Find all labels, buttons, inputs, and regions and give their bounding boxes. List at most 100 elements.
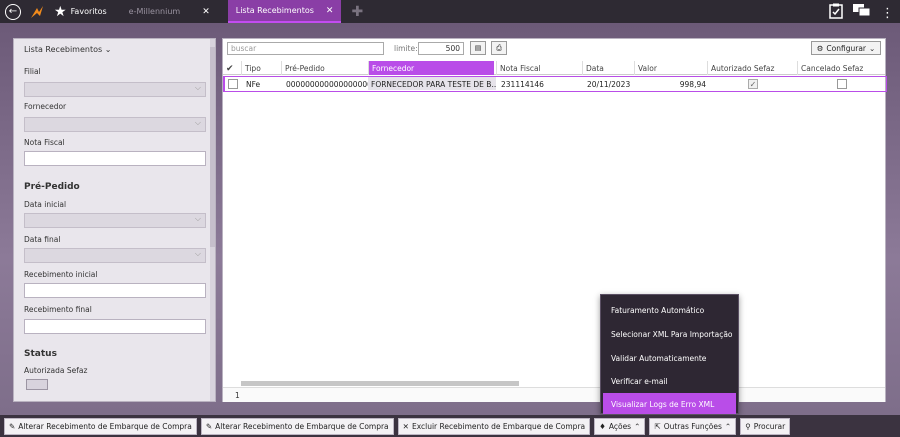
export-pdf-button[interactable]: ▤	[470, 41, 486, 55]
chevron-down-icon: ⌄	[869, 43, 876, 53]
outras-funcoes-button[interactable]: ⇱ Outras Funções ⌃	[649, 417, 737, 435]
tab-label: e-Millennium	[128, 7, 181, 16]
filter-scrollbar[interactable]	[210, 39, 215, 401]
recebimento-final-input[interactable]	[24, 319, 206, 334]
filter-panel: Lista Recebimentos ⌄ Filial Fornecedor N…	[13, 38, 216, 402]
outras-funcoes-menu: Faturamento Automático Selecionar XML Pa…	[600, 294, 739, 414]
configurar-label: Configurar	[826, 43, 867, 53]
check-all-icon[interactable]: ✔	[223, 61, 241, 75]
menu-item-validar-automaticamente[interactable]: Validar Automaticamente	[603, 347, 736, 368]
lightbulb-icon: ♦	[599, 421, 606, 431]
cell-valor: 998,94	[679, 80, 706, 89]
table-row[interactable]: NFe 000000000000000000 FORNECEDOR PARA T…	[223, 76, 887, 92]
button-label: Excluir Recebimento de Embarque de Compr…	[411, 421, 586, 431]
chevron-down-icon: ⌄	[104, 45, 112, 54]
star-icon[interactable]: ★	[54, 5, 67, 19]
recebimento-final-label: Recebimento final	[24, 305, 92, 314]
close-icon: ✕	[402, 421, 409, 431]
edit-icon: ✎	[9, 421, 16, 431]
menu-item-verificar-email[interactable]: Verificar e-mail	[603, 370, 736, 391]
bottom-action-bar: ✎ Alterar Recebimento de Embarque de Com…	[0, 415, 900, 437]
configurar-button[interactable]: ⚙ Configurar ⌄	[811, 41, 881, 55]
tab-lista-recebimentos[interactable]: Lista Recebimentos ✕	[227, 0, 342, 23]
print-icon: ⎙	[496, 43, 502, 52]
horizontal-scrollbar[interactable]	[241, 381, 519, 386]
app-logo-icon[interactable]	[29, 4, 45, 20]
search-input[interactable]: buscar	[227, 42, 384, 55]
button-label: Procurar	[753, 421, 786, 431]
more-vertical-icon[interactable]: ⋮	[881, 6, 894, 22]
chevron-up-icon: ⌃	[724, 421, 732, 431]
close-icon[interactable]: ✕	[202, 7, 210, 17]
procurar-button[interactable]: ⚲ Procurar	[740, 417, 791, 435]
cell-tipo: NFe	[246, 80, 261, 89]
cell-pre-pedido: 000000000000000000	[286, 80, 369, 89]
column-header[interactable]: Data	[582, 61, 634, 75]
search-icon: ⚲	[745, 421, 751, 431]
document-icon: ▤	[474, 44, 482, 52]
autorizada-sefaz-toggle[interactable]	[26, 379, 48, 390]
button-label: Outras Funções	[663, 421, 722, 431]
print-button[interactable]: ⎙	[491, 41, 507, 55]
pre-pedido-heading: Pré-Pedido	[24, 182, 80, 192]
tab-label: Lista Recebimentos	[235, 6, 314, 15]
scrollbar-thumb[interactable]	[210, 47, 215, 247]
cell-nota-fiscal: 231114146	[501, 80, 544, 89]
nota-fiscal-label: Nota Fiscal	[24, 138, 65, 147]
grid-panel: buscar limite: 500 ▤ ⎙ ⚙ Configurar ⌄ ✔ …	[222, 38, 887, 402]
alterar-recebimento-button[interactable]: ✎ Alterar Recebimento de Embarque de Com…	[4, 417, 197, 435]
cell-fornecedor: FORNECEDOR PARA TESTE DE B...	[368, 77, 496, 90]
add-tab-icon[interactable]: ✚	[351, 4, 363, 20]
acoes-button[interactable]: ♦ Ações ⌃	[594, 417, 646, 435]
cancelado-sefaz-checkbox	[837, 79, 847, 89]
close-icon[interactable]: ✕	[326, 6, 334, 16]
edit-icon: ✎	[205, 421, 213, 431]
alterar-recebimento-button-2[interactable]: ✎ Alterar Recebimento de Embarque de Com…	[200, 417, 394, 435]
column-header[interactable]: Tipo	[241, 61, 281, 75]
tab-e-millennium[interactable]: e-Millennium ✕	[121, 0, 218, 23]
data-inicial-label: Data inicial	[24, 200, 67, 209]
column-header[interactable]: Cancelado Sefaz	[797, 61, 887, 75]
column-header[interactable]: Pré-Pedido	[281, 61, 368, 75]
excluir-recebimento-button[interactable]: ✕ Excluir Recebimento de Embarque de Com…	[397, 417, 591, 435]
menu-item-selecionar-xml[interactable]: Selecionar XML Para Importação	[603, 323, 736, 344]
grid-header: ✔ Tipo Pré-Pedido Fornecedor Nota Fiscal…	[223, 61, 885, 75]
record-count: 1	[223, 387, 885, 402]
column-header[interactable]: Fornecedor	[368, 61, 494, 75]
recebimento-inicial-label: Recebimento inicial	[24, 270, 98, 279]
main-area: Lista Recebimentos ⌄ Filial Fornecedor N…	[0, 23, 900, 415]
row-checkbox[interactable]	[228, 79, 238, 89]
back-icon[interactable]: ←	[5, 3, 21, 20]
data-final-label: Data final	[24, 235, 61, 244]
status-heading: Status	[24, 349, 57, 359]
column-header[interactable]: Autorizado Sefaz	[707, 61, 797, 75]
column-header[interactable]: Nota Fiscal	[496, 61, 582, 75]
menu-item-faturamento-automatico[interactable]: Faturamento Automático	[603, 299, 736, 320]
limite-input[interactable]: 500	[418, 42, 464, 55]
filter-panel-title[interactable]: Lista Recebimentos ⌄	[24, 45, 111, 54]
recebimento-inicial-input[interactable]	[24, 283, 206, 298]
column-header[interactable]: Valor	[634, 61, 707, 75]
clipboard-check-icon[interactable]	[829, 3, 843, 24]
data-final-select[interactable]	[24, 248, 206, 263]
autorizado-sefaz-checkbox: ✓	[748, 79, 758, 89]
chevron-up-icon: ⌃	[634, 421, 641, 431]
menu-item-visualizar-logs[interactable]: Visualizar Logs de Erro XML	[603, 393, 736, 414]
button-label: Alterar Recebimento de Embarque de Compr…	[215, 421, 389, 431]
autorizada-sefaz-label: Autorizada Sefaz	[24, 366, 88, 375]
gear-icon: ⚙	[816, 43, 824, 53]
button-label: Alterar Recebimento de Embarque de Compr…	[18, 421, 192, 431]
filial-select[interactable]	[24, 82, 206, 97]
data-inicial-select[interactable]	[24, 213, 206, 228]
limite-label: limite:	[394, 44, 418, 53]
top-bar: ← ★ Favoritos e-Millennium ✕ Lista Receb…	[0, 0, 900, 23]
nota-fiscal-input[interactable]	[24, 151, 206, 166]
external-link-icon: ⇱	[654, 421, 661, 431]
fornecedor-label: Fornecedor	[24, 102, 67, 111]
favorites-link[interactable]: Favoritos	[71, 7, 107, 16]
chat-icon[interactable]	[853, 4, 871, 23]
fornecedor-select[interactable]	[24, 117, 206, 132]
cell-data: 20/11/2023	[587, 80, 631, 89]
button-label: Ações	[608, 421, 632, 431]
filial-label: Filial	[24, 67, 41, 76]
